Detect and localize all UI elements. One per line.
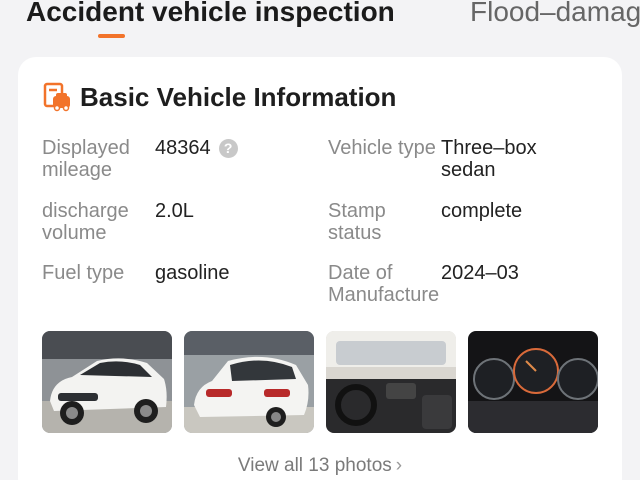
vehicle-type-label: Vehicle type xyxy=(328,137,436,159)
stamp-status-label: Stamp status xyxy=(328,200,386,244)
card-header: Basic Vehicle Information xyxy=(42,81,396,113)
view-all-label: View all 13 photos xyxy=(237,455,392,476)
discharge-volume-label: discharge volume xyxy=(42,200,129,244)
car-rear-photo[interactable] xyxy=(184,331,314,433)
fuel-type-value: gasoline xyxy=(155,262,230,284)
car-document-icon xyxy=(43,82,70,112)
help-icon[interactable]: ? xyxy=(218,139,238,158)
tab-accident-inspection[interactable]: Accident vehicle inspection xyxy=(26,0,395,32)
car-front-photo[interactable] xyxy=(42,331,172,433)
active-tab-indicator xyxy=(98,34,125,38)
card-title: Basic Vehicle Information xyxy=(80,81,397,112)
car-interior-photo[interactable] xyxy=(326,331,456,433)
chevron-right-icon: › xyxy=(395,455,403,476)
mileage-label: Displayed mileage xyxy=(42,137,130,181)
view-all-photos-link[interactable]: View all 13 photos › xyxy=(18,455,622,477)
basic-vehicle-info-card: Basic Vehicle Information Displayed mile… xyxy=(18,57,622,480)
mileage-number: 48364 xyxy=(155,137,211,159)
tab-flood-damage[interactable]: Flood–damag xyxy=(470,0,640,32)
stamp-status-value: complete xyxy=(441,200,523,222)
tab-bar: Accident vehicle inspection Flood–damag xyxy=(0,0,640,48)
manufacture-date-value: 2024–03 xyxy=(441,262,519,284)
discharge-volume-value: 2.0L xyxy=(155,200,194,222)
fuel-type-label: Fuel type xyxy=(42,262,125,284)
vehicle-type-value: Three–box sedan xyxy=(441,137,537,181)
car-dashboard-photo[interactable] xyxy=(468,331,598,433)
mileage-value: 48364? xyxy=(155,137,238,159)
